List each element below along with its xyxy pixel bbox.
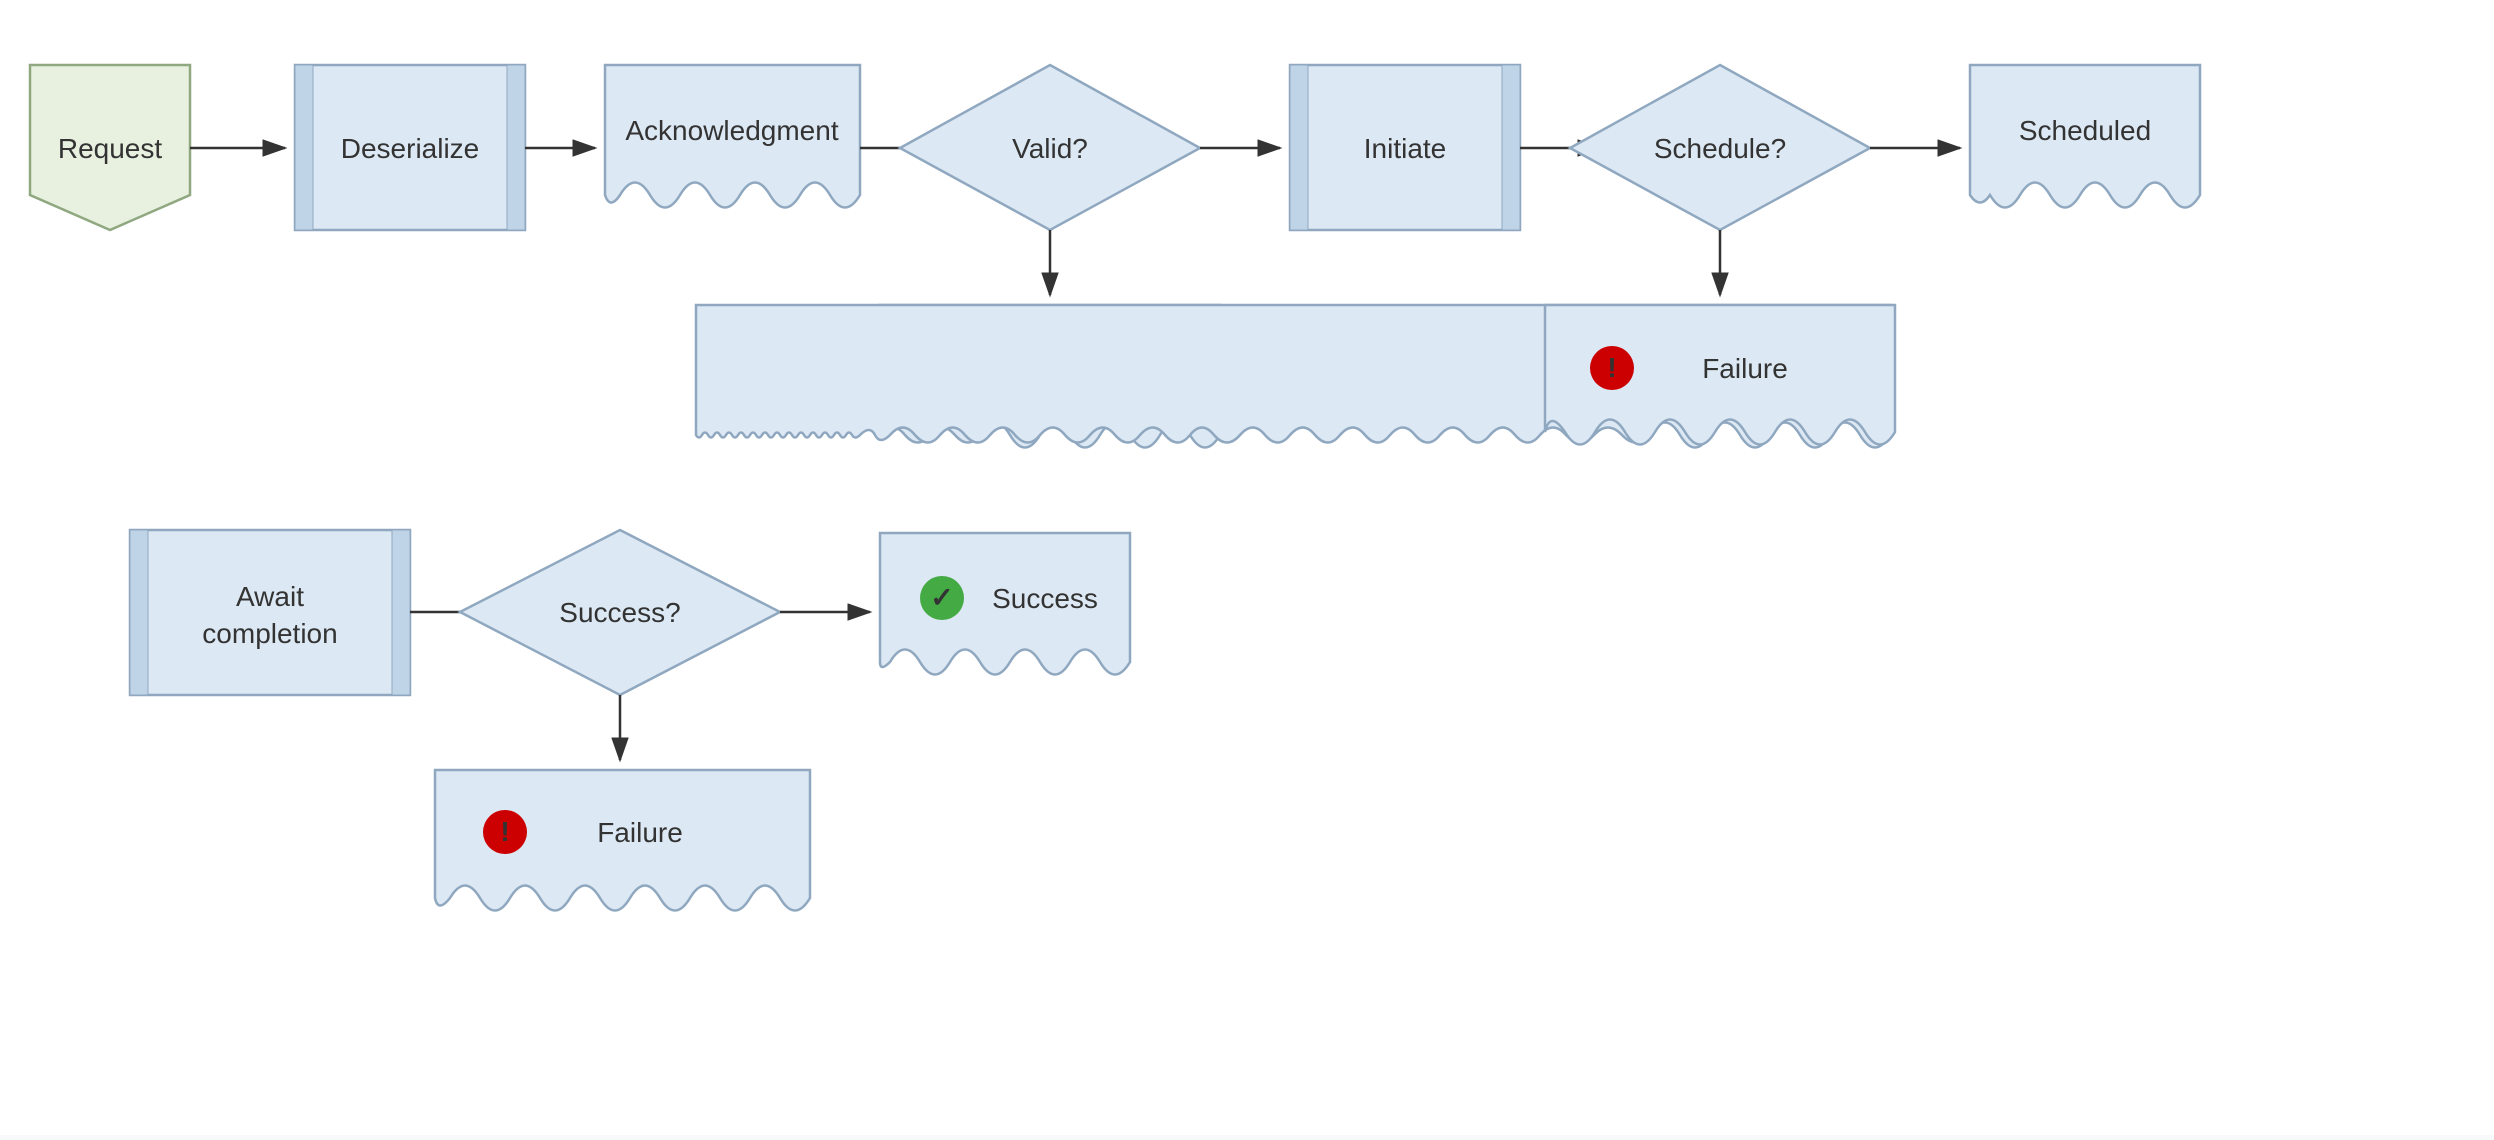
success-q-label: Success? — [559, 597, 680, 628]
schedule-label: Schedule? — [1654, 133, 1786, 164]
valid-label: Valid? — [1012, 133, 1088, 164]
initiate-label: Initiate — [1364, 133, 1447, 164]
request-label: Request — [58, 133, 163, 164]
deserialize-label: Deserialize — [341, 133, 480, 164]
failure2-node-simple: ! Failure — [1545, 305, 1895, 445]
svg-text:!: ! — [1607, 352, 1616, 383]
await-node: Await completion — [130, 530, 410, 695]
scheduled-node: Scheduled — [1970, 65, 2200, 208]
initiate-node: Initiate — [1290, 65, 1520, 230]
success-label: Success — [992, 583, 1098, 614]
failure3-node: ! Failure — [435, 770, 810, 911]
diagram-container: Request Deserialize Acknowledgment Valid… — [0, 0, 2494, 1135]
await-line2: completion — [202, 618, 337, 649]
failure2-label: Failure — [1702, 353, 1788, 384]
deserialize-node: Deserialize — [295, 65, 525, 230]
svg-text:✓: ✓ — [930, 582, 953, 613]
success-q-node: Success? — [460, 530, 780, 695]
acknowledgment-label: Acknowledgment — [625, 115, 838, 146]
failure3-label: Failure — [597, 817, 683, 848]
svg-text:!: ! — [500, 816, 509, 847]
valid-node: Valid? — [900, 65, 1200, 230]
acknowledgment-node: Acknowledgment — [605, 65, 860, 208]
request-node: Request — [30, 65, 190, 230]
scheduled-label: Scheduled — [2019, 115, 2151, 146]
success-node: ✓ Success — [880, 533, 1130, 675]
schedule-node: Schedule? — [1570, 65, 1870, 230]
await-line1: Await — [236, 581, 304, 612]
